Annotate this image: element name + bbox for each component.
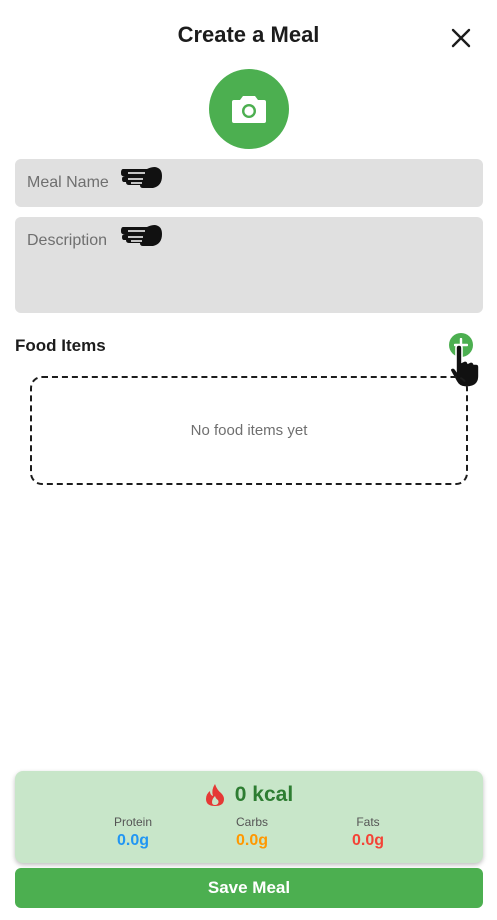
close-icon [451, 28, 471, 48]
macro-protein: Protein 0.0g [83, 815, 183, 850]
food-items-empty-box: No food items yet [30, 376, 468, 485]
description-placeholder: Description [27, 232, 108, 249]
macro-label: Carbs [235, 815, 268, 829]
camera-icon [232, 96, 266, 123]
add-photo-button[interactable] [209, 69, 289, 149]
empty-state-text: No food items yet [190, 422, 308, 439]
nutrition-summary-card: 0 kcal Protein 0.0g Carbs 0.0g Fats 0.0g [15, 771, 483, 863]
food-items-label: Food Items [15, 336, 106, 355]
macro-value: 0.0g [235, 832, 268, 849]
description-field[interactable]: Description [15, 217, 483, 313]
plus-icon [454, 338, 468, 352]
page-title: Create a Meal [177, 22, 320, 47]
save-meal-button[interactable]: Save Meal [15, 868, 483, 908]
meal-name-placeholder: Meal Name [27, 174, 109, 191]
macro-fats: Fats 0.0g [318, 815, 418, 850]
macro-value: 0.0g [116, 832, 149, 849]
calories-value: 0 kcal [234, 783, 294, 806]
flame-icon [205, 784, 224, 806]
meal-name-field[interactable]: Meal Name [15, 159, 483, 207]
close-button[interactable] [448, 25, 474, 51]
add-food-item-button[interactable] [449, 333, 473, 357]
macro-label: Protein [113, 815, 153, 829]
calories-row: 0 kcal [15, 783, 483, 807]
macro-carbs: Carbs 0.0g [202, 815, 302, 850]
macro-value: 0.0g [351, 832, 384, 849]
macro-label: Fats [356, 815, 380, 829]
